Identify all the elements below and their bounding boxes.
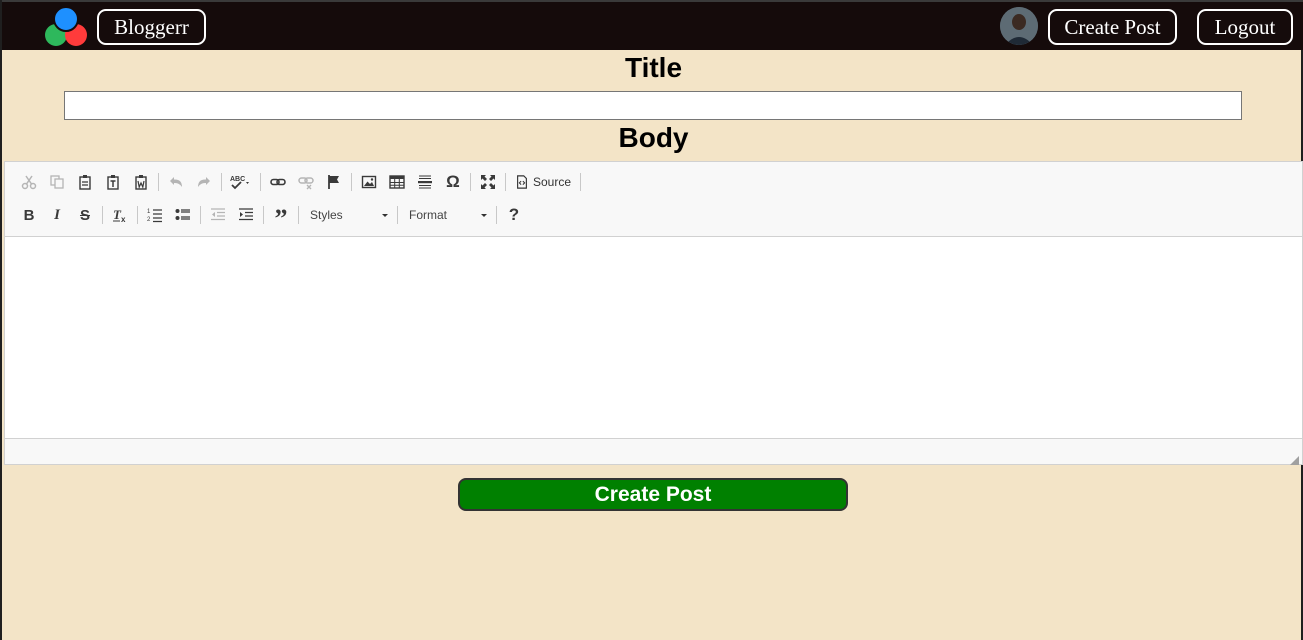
logout-button[interactable]: Logout [1197,9,1293,45]
help-icon[interactable]: ? [500,202,528,228]
svg-text:2: 2 [147,217,151,223]
bold-icon[interactable]: B [15,202,43,228]
paste-word-icon[interactable] [127,169,155,195]
format-dropdown[interactable]: Format [401,202,493,228]
italic-icon[interactable]: I [43,202,71,228]
editor-toolbar-row-1: ABC Ω Source [15,168,584,196]
rich-text-editor: ABC Ω Source B I S Tx 12 ” Styles Format… [4,161,1303,465]
toolbar-separator [351,173,352,191]
blockquote-icon[interactable]: ” [267,198,295,233]
copy-icon[interactable] [43,169,71,195]
maximize-icon[interactable] [474,169,502,195]
toolbar-separator [505,173,506,191]
editor-toolbar-row-2: B I S Tx 12 ” Styles Format ? [15,198,528,233]
numbered-list-icon[interactable]: 12 [141,202,169,228]
navbar: Bloggerr Create Post Logout [2,0,1303,50]
paste-text-icon[interactable] [99,169,127,195]
toolbar-separator [260,173,261,191]
table-icon[interactable] [383,169,411,195]
source-button[interactable]: Source [509,169,577,195]
editor-content-area[interactable] [5,236,1302,439]
toolbar-separator [580,173,582,191]
styles-dropdown[interactable]: Styles [302,202,394,228]
toolbar-separator [200,206,201,224]
chevron-down-icon [481,213,487,217]
toolbar-separator [263,206,264,224]
svg-text:x: x [121,215,126,223]
redo-icon[interactable] [190,169,218,195]
paste-icon[interactable] [71,169,99,195]
title-heading: Title [624,52,683,83]
title-input[interactable] [64,91,1242,120]
styles-label: Styles [310,208,343,222]
source-icon [517,175,527,189]
remove-format-icon[interactable]: Tx [106,202,134,228]
toolbar-separator [470,173,471,191]
toolbar-separator [221,173,222,191]
format-label: Format [409,208,448,222]
toolbar-separator [298,206,299,224]
toolbar-separator [496,206,497,224]
toolbar-separator [158,173,159,191]
bulleted-list-icon[interactable] [169,202,197,228]
body-heading: Body [618,122,689,153]
create-post-nav-button[interactable]: Create Post [1048,9,1177,45]
unlink-icon[interactable] [292,169,320,195]
special-char-icon[interactable]: Ω [439,169,467,195]
toolbar-separator [137,206,138,224]
svg-text:1: 1 [147,209,151,215]
spellcheck-icon[interactable]: ABC [225,169,257,195]
indent-icon[interactable] [232,202,260,228]
strikethrough-icon[interactable]: S [71,202,99,228]
anchor-icon[interactable] [320,169,348,195]
brand-button[interactable]: Bloggerr [97,9,206,45]
avatar[interactable] [1000,7,1038,45]
undo-icon[interactable] [162,169,190,195]
cut-icon[interactable] [15,169,43,195]
link-icon[interactable] [264,169,292,195]
image-icon[interactable] [355,169,383,195]
toolbar-separator [397,206,398,224]
svg-text:ABC: ABC [230,176,245,183]
horizontal-line-icon[interactable] [411,169,439,195]
create-post-submit-button[interactable]: Create Post [458,478,848,511]
outdent-icon[interactable] [204,202,232,228]
chevron-down-icon [382,213,388,217]
toolbar-separator [102,206,103,224]
resize-handle-icon[interactable] [1290,452,1299,465]
logo-icon[interactable] [42,5,92,49]
source-label: Source [533,175,572,189]
